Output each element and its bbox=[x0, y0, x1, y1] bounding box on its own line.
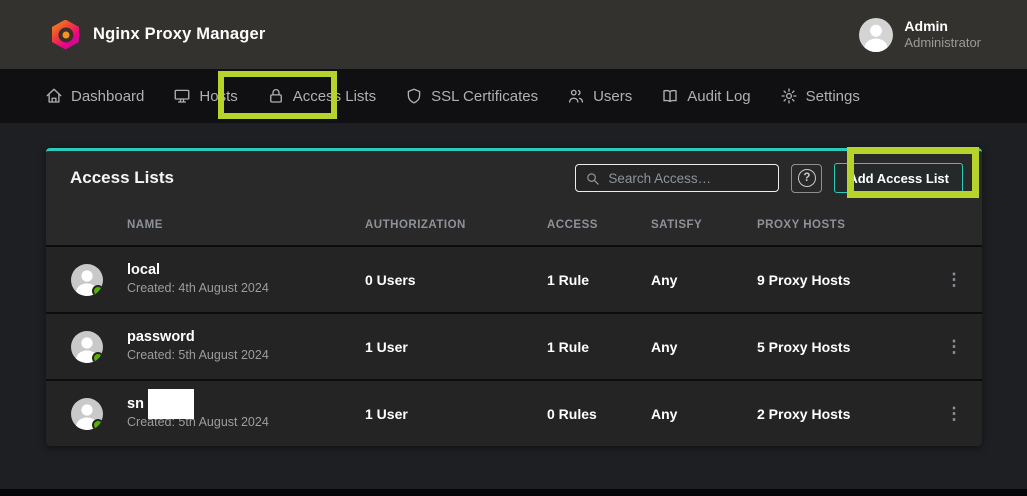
column-header-satisfy: SATISFY bbox=[651, 219, 757, 231]
access-list-name: local bbox=[127, 261, 365, 280]
row-menu-kebab-icon[interactable]: ⋮ bbox=[926, 404, 982, 424]
page-content: Access Lists ? Add Access List NAME AUTH… bbox=[0, 123, 1027, 446]
online-status-dot bbox=[92, 352, 103, 363]
user-name: Admin bbox=[904, 18, 981, 36]
access-value: 1 Rule bbox=[547, 272, 651, 288]
satisfy-value: Any bbox=[651, 406, 757, 422]
access-list-name: password bbox=[127, 328, 365, 347]
proxy-hosts-value: 5 Proxy Hosts bbox=[757, 339, 926, 355]
nginx-proxy-manager-logo-icon bbox=[52, 20, 79, 50]
nav-item-dashboard[interactable]: Dashboard bbox=[45, 87, 144, 105]
row-menu-kebab-icon[interactable]: ⋮ bbox=[926, 270, 982, 290]
user-menu[interactable]: Admin Administrator bbox=[859, 18, 981, 52]
online-status-dot bbox=[92, 285, 103, 296]
satisfy-value: Any bbox=[651, 339, 757, 355]
card-header: Access Lists ? Add Access List bbox=[46, 151, 982, 205]
authorization-value: 1 User bbox=[365, 339, 547, 355]
table-header: NAME AUTHORIZATION ACCESS SATISFY PROXY … bbox=[46, 205, 982, 245]
column-header-name: NAME bbox=[127, 219, 365, 231]
online-status-dot bbox=[92, 419, 103, 430]
lock-icon bbox=[267, 87, 285, 105]
add-access-list-button[interactable]: Add Access List bbox=[834, 163, 963, 193]
main-nav: Dashboard Hosts Access Lists SSL Certifi… bbox=[0, 69, 1027, 123]
shield-icon bbox=[405, 87, 423, 105]
home-icon bbox=[45, 87, 63, 105]
column-header-authorization: AUTHORIZATION bbox=[365, 219, 547, 231]
bottom-edge-strip bbox=[0, 489, 1027, 496]
help-button[interactable]: ? bbox=[791, 164, 822, 193]
authorization-value: 1 User bbox=[365, 406, 547, 422]
access-value: 1 Rule bbox=[547, 339, 651, 355]
nav-item-hosts[interactable]: Hosts bbox=[173, 87, 237, 105]
app-title: Nginx Proxy Manager bbox=[93, 25, 266, 44]
book-icon bbox=[661, 87, 679, 105]
table-row[interactable]: password Created: 5th August 2024 1 User… bbox=[46, 312, 982, 379]
access-list-created: Created: 4th August 2024 bbox=[127, 280, 365, 298]
row-menu-kebab-icon[interactable]: ⋮ bbox=[926, 337, 982, 357]
topbar: Nginx Proxy Manager Admin Administrator bbox=[0, 0, 1027, 69]
page-title: Access Lists bbox=[70, 168, 174, 188]
nav-item-audit-log[interactable]: Audit Log bbox=[661, 87, 750, 105]
search-box[interactable] bbox=[575, 164, 779, 192]
search-icon bbox=[585, 171, 600, 186]
nav-item-settings[interactable]: Settings bbox=[780, 87, 860, 105]
proxy-hosts-value: 9 Proxy Hosts bbox=[757, 272, 926, 288]
table-row[interactable]: sn Created: 5th August 2024 1 User 0 Rul… bbox=[46, 379, 982, 446]
question-mark-icon: ? bbox=[798, 169, 816, 187]
nav-item-ssl-certificates[interactable]: SSL Certificates bbox=[405, 87, 538, 105]
gear-icon bbox=[780, 87, 798, 105]
access-value: 0 Rules bbox=[547, 406, 651, 422]
access-lists-card: Access Lists ? Add Access List NAME AUTH… bbox=[46, 148, 982, 446]
column-header-proxy-hosts: PROXY HOSTS bbox=[757, 219, 926, 231]
user-avatar-icon bbox=[859, 18, 893, 52]
table-row[interactable]: local Created: 4th August 2024 0 Users 1… bbox=[46, 245, 982, 312]
access-list-avatar-icon bbox=[71, 331, 103, 363]
column-header-access: ACCESS bbox=[547, 219, 651, 231]
authorization-value: 0 Users bbox=[365, 272, 547, 288]
access-list-created: Created: 5th August 2024 bbox=[127, 347, 365, 365]
users-icon bbox=[567, 87, 585, 105]
monitor-icon bbox=[173, 87, 191, 105]
nav-item-access-lists[interactable]: Access Lists bbox=[267, 87, 376, 105]
redaction-box bbox=[148, 389, 194, 419]
access-list-avatar-icon bbox=[71, 264, 103, 296]
user-role: Administrator bbox=[904, 35, 981, 51]
access-list-avatar-icon bbox=[71, 398, 103, 430]
search-input[interactable] bbox=[608, 171, 769, 186]
satisfy-value: Any bbox=[651, 272, 757, 288]
proxy-hosts-value: 2 Proxy Hosts bbox=[757, 406, 926, 422]
nav-item-users[interactable]: Users bbox=[567, 87, 632, 105]
